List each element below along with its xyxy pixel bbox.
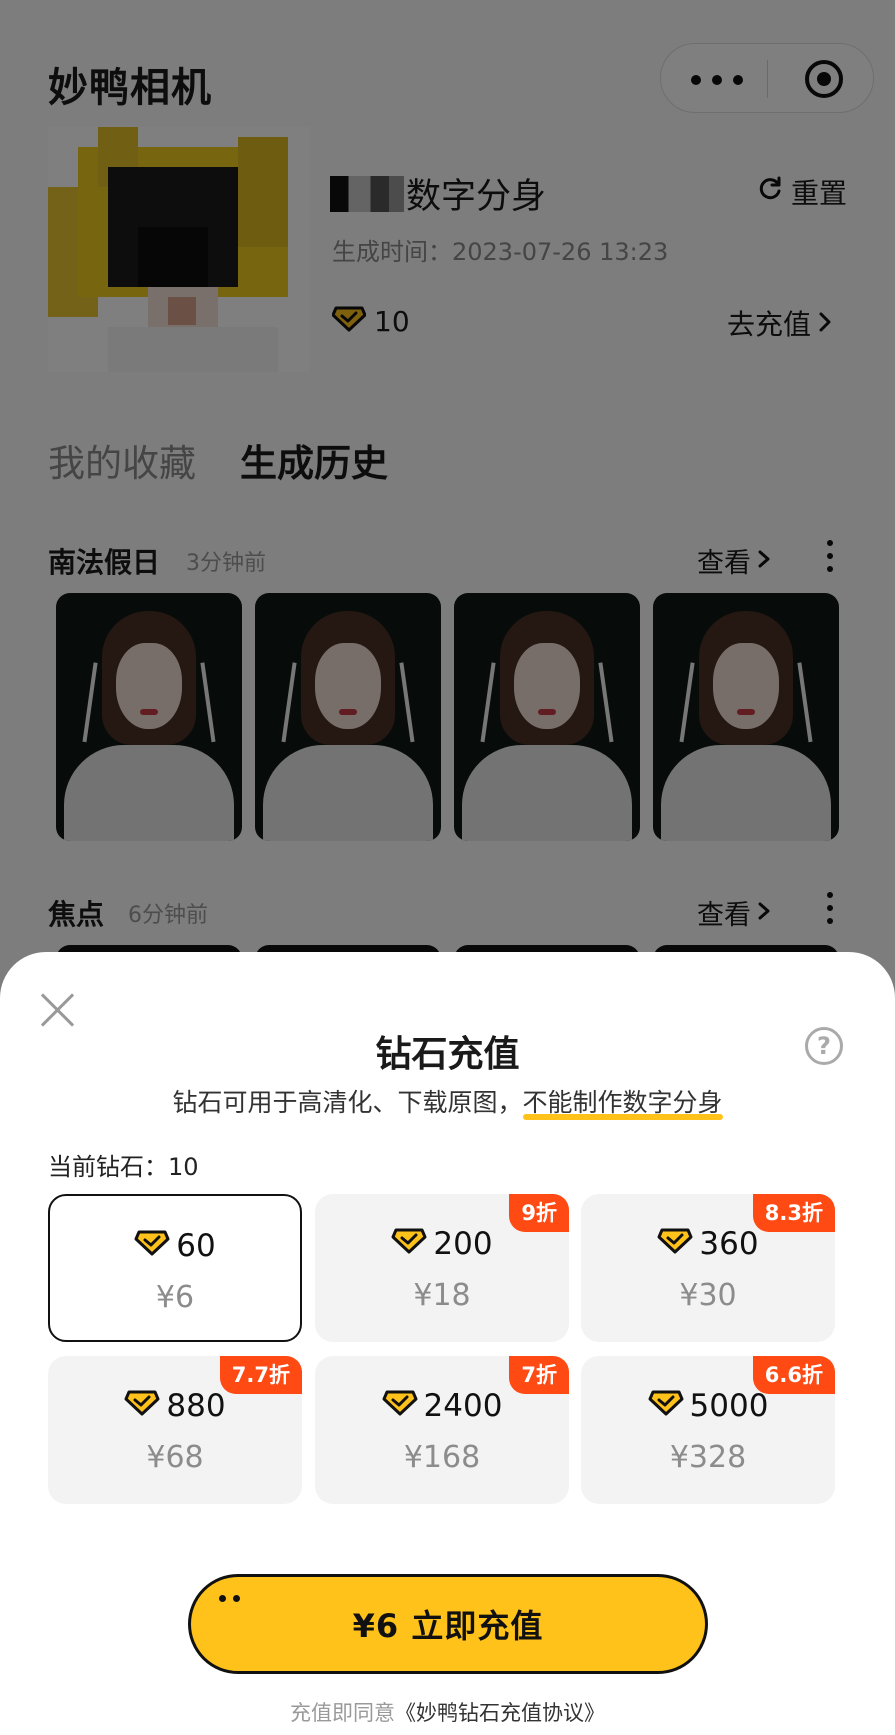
discount-badge: 7折 — [509, 1356, 569, 1394]
diamond-icon — [124, 1388, 160, 1424]
button-eye — [219, 1595, 226, 1602]
package-amount: 5000 — [689, 1388, 769, 1424]
current-diamonds: 当前钻石：10 — [48, 1153, 199, 1181]
sheet-title: 钻石充值 — [375, 1034, 520, 1075]
discount-badge: 6.6折 — [752, 1356, 835, 1394]
diamond-icon — [391, 1226, 427, 1262]
agreement-text: 充值即同意《妙鸭钻石充值协议》 — [0, 1697, 895, 1727]
pay-now-button[interactable]: ¥6 立即充值 — [188, 1574, 708, 1674]
diamond-icon — [657, 1226, 693, 1262]
description-highlight: 不能制作数字分身 — [522, 1088, 723, 1117]
discount-badge: 8.3折 — [752, 1194, 835, 1232]
package-price: ¥18 — [413, 1278, 471, 1313]
pay-now-label: ¥6 立即充值 — [352, 1607, 544, 1645]
package-amount: 880 — [166, 1388, 226, 1424]
discount-badge: 7.7折 — [219, 1356, 302, 1394]
package-option[interactable]: 200 ¥18 9折 — [315, 1194, 569, 1342]
package-price: ¥68 — [146, 1440, 204, 1475]
discount-badge: 9折 — [509, 1194, 569, 1232]
package-option[interactable]: 5000 ¥328 6.6折 — [581, 1356, 835, 1504]
package-amount: 2400 — [423, 1388, 503, 1424]
package-price: ¥328 — [669, 1440, 747, 1475]
agreement-prefix: 充值即同意 — [290, 1701, 395, 1725]
close-icon[interactable] — [40, 992, 76, 1028]
sheet-description: 钻石可用于高清化、下载原图，不能制作数字分身 — [0, 1083, 895, 1119]
package-amount: 360 — [699, 1226, 759, 1262]
diamond-icon — [648, 1388, 684, 1424]
recharge-sheet: 钻石充值 ? 钻石可用于高清化、下载原图，不能制作数字分身 当前钻石：10 60… — [0, 952, 895, 1735]
help-icon[interactable]: ? — [805, 1027, 843, 1065]
package-price: ¥168 — [403, 1440, 481, 1475]
package-option[interactable]: 880 ¥68 7.7折 — [48, 1356, 302, 1504]
diamond-icon — [134, 1228, 170, 1264]
package-option[interactable]: 2400 ¥168 7折 — [315, 1356, 569, 1504]
package-price: ¥30 — [679, 1278, 737, 1313]
diamond-icon — [382, 1388, 418, 1424]
description-text: 钻石可用于高清化、下载原图， — [172, 1088, 523, 1117]
package-option[interactable]: 60 ¥6 — [48, 1194, 302, 1342]
package-option[interactable]: 360 ¥30 8.3折 — [581, 1194, 835, 1342]
package-price: ¥6 — [155, 1280, 195, 1315]
agreement-link[interactable]: 《妙鸭钻石充值协议》 — [395, 1701, 605, 1725]
package-amount: 200 — [433, 1226, 493, 1262]
button-eye — [233, 1595, 240, 1602]
package-amount: 60 — [176, 1228, 216, 1264]
